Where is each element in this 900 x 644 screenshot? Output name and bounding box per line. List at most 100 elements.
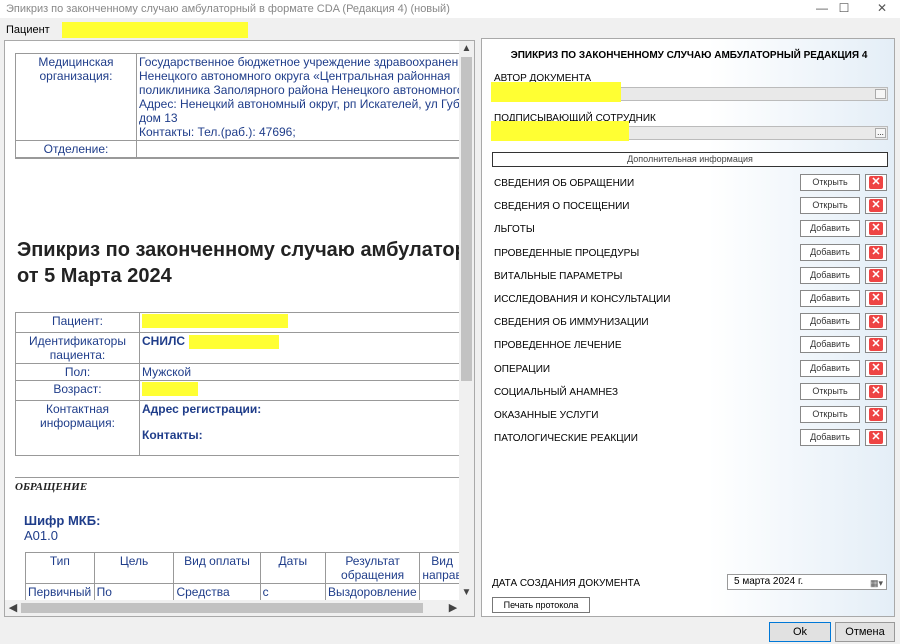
delete-button[interactable]: ✕ xyxy=(865,313,887,331)
encounter-cell: Средства обязательного медицинского стра… xyxy=(173,583,261,601)
delete-icon: ✕ xyxy=(869,361,883,375)
patient-value-text: Мужской xyxy=(142,365,192,379)
scroll-left-icon[interactable]: ◀ xyxy=(5,600,21,616)
date-label: ДАТА СОЗДАНИЯ ДОКУМЕНТА xyxy=(492,578,641,589)
section-name: ИССЛЕДОВАНИЯ И КОНСУЛЬТАЦИИ xyxy=(494,294,671,305)
delete-icon: ✕ xyxy=(869,431,883,445)
delete-button[interactable]: ✕ xyxy=(865,243,887,261)
title-line-1: Эпикриз по законченному случаю амбулатор… xyxy=(17,239,461,261)
mkb-label: Шифр МКБ: xyxy=(24,513,101,528)
divider xyxy=(15,158,461,159)
patient-value xyxy=(139,380,461,401)
section-name: СВЕДЕНИЯ О ПОСЕЩЕНИИ xyxy=(494,201,630,213)
scroll-down-icon[interactable]: ▼ xyxy=(459,585,474,601)
signer-field[interactable]: ... xyxy=(491,121,888,141)
redacted-value xyxy=(142,314,288,328)
patient-key: Идентификаторы пациента: xyxy=(15,332,140,364)
patient-row: Контактная информация: Адрес регистрации:… xyxy=(15,400,461,456)
encounter-cell: Первичный xyxy=(25,583,95,601)
section-name: ЛЬГОТЫ xyxy=(494,224,535,236)
scroll-corner xyxy=(459,600,474,616)
encounter-cell: Выздоровление xyxy=(325,583,421,601)
maximize-button[interactable]: ☐ xyxy=(828,0,860,18)
org-row: Медицинская организация: Государственное … xyxy=(15,53,461,141)
creation-date-picker[interactable]: 5 марта 2024 г. ▦▾ xyxy=(727,574,887,590)
ok-button[interactable]: Ok xyxy=(769,622,831,642)
delete-button[interactable]: ✕ xyxy=(865,382,887,400)
encounter-header-cell: Тип xyxy=(25,552,95,584)
delete-button[interactable]: ✕ xyxy=(865,429,887,447)
add-button[interactable]: Добавить xyxy=(800,336,860,354)
section-row: СВЕДЕНИЯ О ПОСЕЩЕНИИ Открыть ✕ xyxy=(494,196,890,216)
title-line-2: от 5 Марта 2024 xyxy=(17,265,172,287)
snils-redacted xyxy=(189,334,280,349)
section-row: ЛЬГОТЫ Добавить ✕ xyxy=(494,219,890,239)
delete-button[interactable]: ✕ xyxy=(865,197,887,215)
org-value: Государственное бюджетное учреждение здр… xyxy=(136,53,461,141)
patient-value-text: Адрес регистрации: xyxy=(142,402,262,416)
delete-button[interactable]: ✕ xyxy=(865,359,887,377)
vertical-scroll-thumb[interactable] xyxy=(461,57,472,381)
horizontal-scroll-thumb[interactable] xyxy=(21,603,423,613)
open-button[interactable]: Открыть xyxy=(800,174,860,191)
patient-key: Возраст: xyxy=(15,380,140,401)
section-row: ИССЛЕДОВАНИЯ И КОНСУЛЬТАЦИИ Добавить ✕ xyxy=(494,289,890,309)
delete-button[interactable]: ✕ xyxy=(865,266,887,284)
org-value-line: Государственное бюджетное учреждение здр… xyxy=(139,55,461,69)
add-button[interactable]: Добавить xyxy=(800,429,860,447)
org-value-line: поликлиника Заполярного района Ненецкого… xyxy=(139,83,461,97)
author-browse-button[interactable] xyxy=(875,89,886,99)
org-key: Отделение: xyxy=(15,140,137,158)
cancel-button[interactable]: Отмена xyxy=(835,622,895,642)
encounter-table: Тип Цель Вид оплаты Даты Результат обращения… xyxy=(25,552,461,601)
add-button[interactable]: Добавить xyxy=(800,313,860,331)
scroll-up-icon[interactable]: ▲ xyxy=(459,41,474,57)
additional-info-button[interactable]: Дополнительная информация xyxy=(492,152,888,167)
encounter-header-cell: Вид направ xyxy=(419,552,461,584)
delete-icon: ✕ xyxy=(869,199,883,213)
print-protocol-button[interactable]: Печать протокола xyxy=(492,597,590,613)
delete-button[interactable]: ✕ xyxy=(865,174,887,191)
section-name: ОПЕРАЦИИ xyxy=(494,363,551,375)
add-button[interactable]: Добавить xyxy=(800,266,860,284)
signer-browse-button[interactable]: ... xyxy=(875,128,886,138)
section-name: ПАТОЛОГИЧЕСКИЕ РЕАКЦИИ xyxy=(494,433,638,445)
patient-key: Контактная информация: xyxy=(15,400,140,456)
add-button[interactable]: Добавить xyxy=(800,359,860,377)
panel-title: ЭПИКРИЗ ПО ЗАКОНЧЕННОМУ СЛУЧАЮ АМБУЛАТОР… xyxy=(510,50,868,61)
close-button[interactable]: ✕ xyxy=(866,0,898,18)
redacted-value xyxy=(142,382,198,396)
add-button[interactable]: Добавить xyxy=(800,220,860,238)
document-content: Медицинская организация: Государственное … xyxy=(5,41,461,601)
patient-name-redacted xyxy=(62,22,248,38)
epicrisis-window: Эпикриз по законченному случаю амбулатор… xyxy=(0,0,900,644)
section-name: ПРОВЕДЕННЫЕ ПРОЦЕДУРЫ xyxy=(494,247,640,259)
patient-label: Пациент xyxy=(6,24,50,36)
open-button[interactable]: Открыть xyxy=(800,406,860,423)
delete-button[interactable]: ✕ xyxy=(865,336,887,354)
patient-value: Мужской xyxy=(139,363,461,381)
delete-button[interactable]: ✕ xyxy=(865,220,887,238)
section-row: ПАТОЛОГИЧЕСКИЕ РЕАКЦИИ Добавить ✕ xyxy=(494,428,890,448)
encounter-header-cell: Результат обращения xyxy=(325,552,421,584)
delete-button[interactable]: ✕ xyxy=(865,406,887,423)
patient-row: Идентификаторы пациента: СНИЛС xyxy=(15,332,461,364)
delete-icon: ✕ xyxy=(869,315,883,329)
author-field[interactable] xyxy=(491,82,888,102)
delete-icon: ✕ xyxy=(869,338,883,352)
delete-button[interactable]: ✕ xyxy=(865,290,887,307)
open-button[interactable]: Открыть xyxy=(800,382,860,400)
org-value-line: Ненецкого автономного округа «Центральна… xyxy=(139,69,451,83)
mkb-value: A01.0 xyxy=(24,528,58,543)
add-button[interactable]: Добавить xyxy=(800,243,860,261)
calendar-icon[interactable]: ▦▾ xyxy=(870,576,883,590)
vertical-scrollbar[interactable]: ▲ ▼ xyxy=(459,41,474,601)
organization-table: Медицинская организация: Государственное … xyxy=(15,53,461,158)
encounter-cell: с 15.06.2023 по 05.03.2024 xyxy=(259,583,327,601)
add-button[interactable]: Добавить xyxy=(800,290,860,307)
delete-icon: ✕ xyxy=(869,222,883,236)
horizontal-scrollbar[interactable]: ◀ ▶ xyxy=(5,600,461,616)
document-preview[interactable]: Медицинская организация: Государственное … xyxy=(4,40,475,617)
open-button[interactable]: Открыть xyxy=(800,197,860,215)
